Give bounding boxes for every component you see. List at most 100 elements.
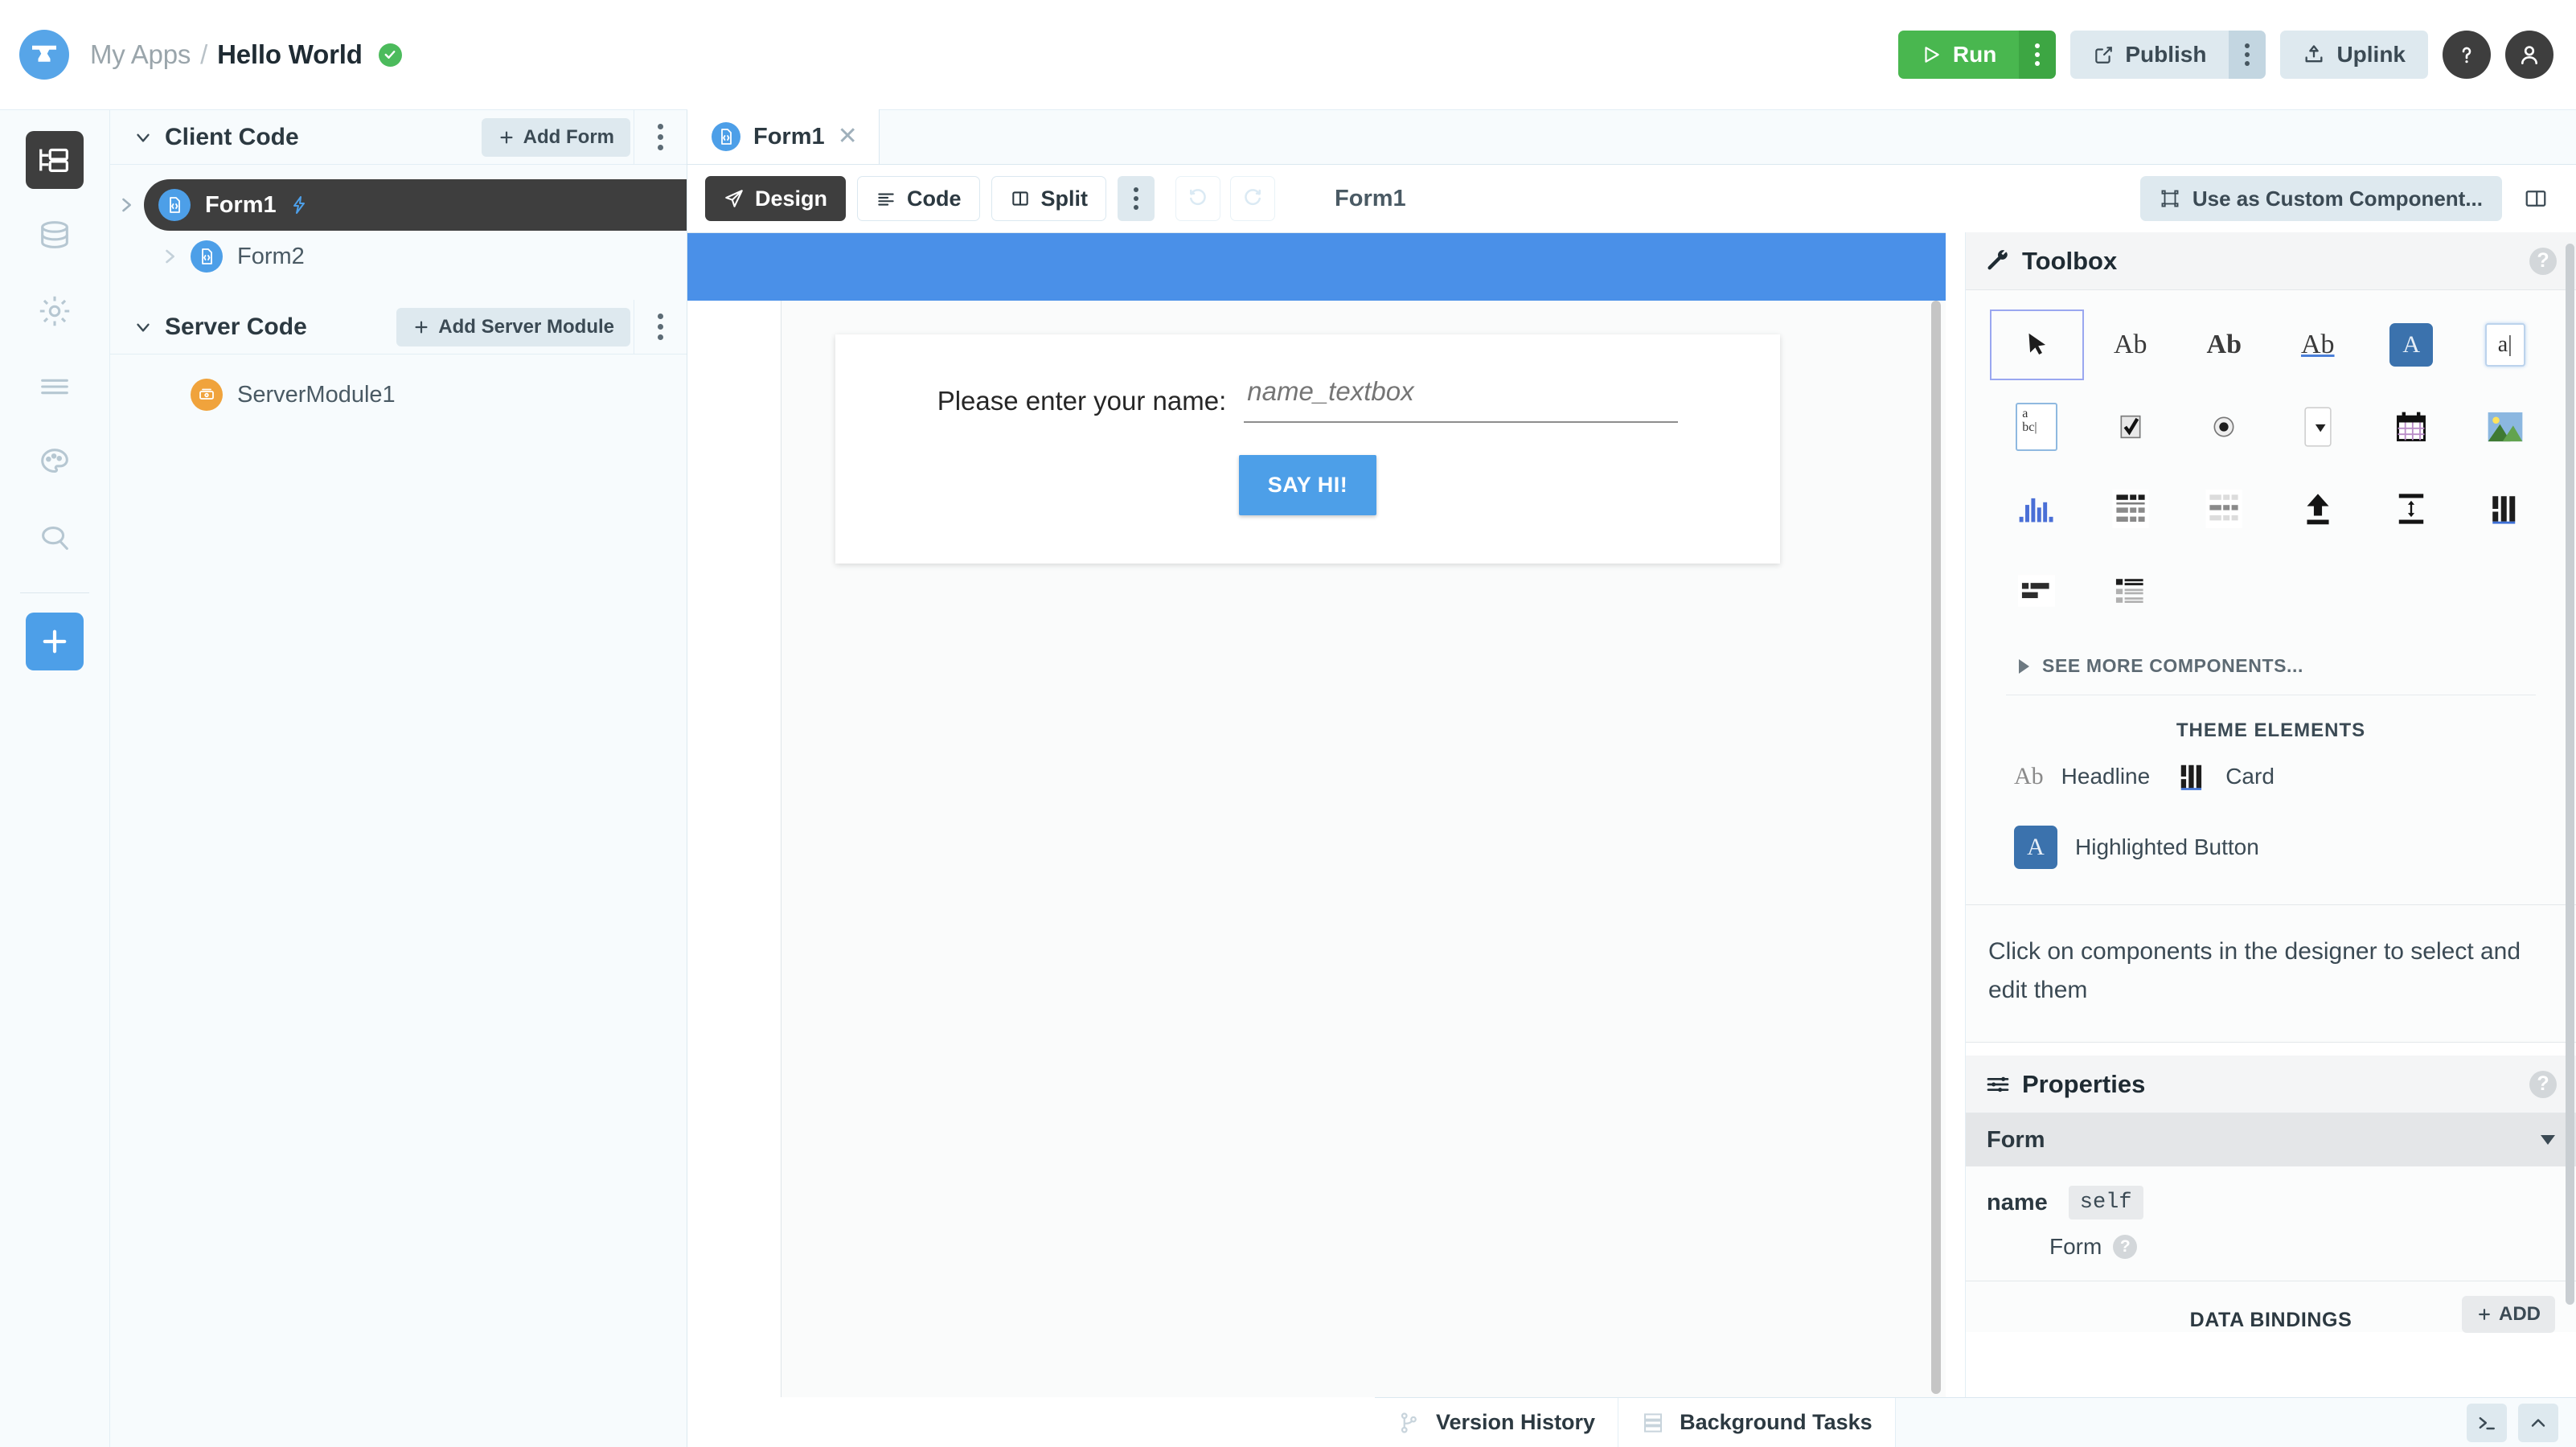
theme-element-card[interactable]: Card (2177, 761, 2275, 792)
theme-element-highlighted-button[interactable]: A Highlighted Button (2014, 826, 2259, 869)
chevron-right-icon[interactable] (158, 245, 191, 268)
property-name-value[interactable]: self (2069, 1186, 2143, 1219)
properties-type-selector[interactable]: Form (1966, 1113, 2576, 1166)
richtext-component[interactable] (2084, 555, 2178, 626)
datepicker-component[interactable] (2365, 391, 2459, 462)
sidebar-item-data-tables[interactable] (26, 207, 84, 264)
form-card-panel[interactable]: Please enter your name: SAY HI! (835, 334, 1780, 564)
tree-item-form2[interactable]: Form2 (110, 231, 687, 282)
publish-options-button[interactable] (2229, 31, 2266, 79)
name-textbox-input[interactable] (1244, 376, 1678, 423)
chevron-down-icon[interactable] (133, 317, 154, 338)
top-bar: My Apps / Hello World Run Publish (0, 0, 2576, 110)
tab-design[interactable]: Design (705, 176, 846, 221)
split-panel-icon (2524, 187, 2548, 211)
radiobutton-component[interactable] (2177, 391, 2271, 462)
toggle-side-panel-button[interactable] (2513, 176, 2558, 221)
name-field-row: Please enter your name: (835, 376, 1780, 423)
toolbox-panel-header: Toolbox ? (1966, 232, 2576, 290)
theme-element-headline[interactable]: Ab Headline (2014, 763, 2150, 790)
textbox-component[interactable]: a| (2459, 309, 2553, 380)
chevron-down-icon (2541, 1135, 2555, 1145)
tree-item-form1[interactable]: Form1 (144, 179, 687, 231)
breadcrumb-my-apps[interactable]: My Apps (90, 39, 191, 70)
plus-icon (2476, 1306, 2492, 1322)
external-link-icon (2093, 44, 2114, 65)
image-component[interactable] (2459, 391, 2553, 462)
user-avatar-icon (2517, 42, 2542, 68)
terminal-button[interactable] (2467, 1404, 2507, 1442)
add-new-item-button[interactable] (26, 613, 84, 670)
close-icon[interactable]: ✕ (838, 125, 858, 149)
heading-component[interactable]: Ab (2177, 309, 2271, 380)
chevron-down-icon[interactable] (133, 127, 154, 148)
breadcrumb-app-name[interactable]: Hello World (217, 39, 363, 70)
redo-button[interactable] (1230, 176, 1275, 221)
sidebar-item-theme[interactable] (26, 433, 84, 491)
sidebar-item-search[interactable] (26, 509, 84, 567)
background-tasks-button[interactable]: Background Tasks (1618, 1398, 1896, 1447)
sidebar-item-app-browser[interactable] (26, 131, 84, 189)
play-icon (1921, 44, 1942, 65)
plot-component[interactable] (1990, 473, 2084, 544)
breadcrumb: My Apps / Hello World (90, 39, 402, 70)
app-file-tree: Client Code Add Form Form1 (110, 110, 687, 1447)
expand-panel-button[interactable] (2518, 1404, 2558, 1442)
version-history-button[interactable]: Version History (1375, 1398, 1618, 1447)
use-as-custom-component-button[interactable]: Use as Custom Component... (2140, 176, 2502, 221)
right-panel-scrollbar[interactable] (2566, 244, 2574, 1305)
sidebar-item-settings[interactable] (26, 282, 84, 340)
label-component[interactable]: Ab (2084, 309, 2178, 380)
tree-item-servermodule1[interactable]: ServerModule1 (110, 369, 687, 420)
tab-form1[interactable]: Form1 ✕ (687, 109, 880, 164)
spacer-component[interactable] (2365, 473, 2459, 544)
question-mark-icon[interactable]: ? (2529, 248, 2557, 275)
canvas-scrollbar[interactable] (1931, 301, 1941, 1394)
button-component[interactable]: A (2365, 309, 2459, 380)
textarea-component[interactable]: abc| (1990, 391, 2084, 462)
see-more-components-button[interactable]: SEE MORE COMPONENTS... (2006, 637, 2536, 695)
theme-element-highlighted-button-label: Highlighted Button (2075, 834, 2259, 860)
run-options-button[interactable] (2019, 31, 2056, 79)
link-component[interactable]: Ab (2271, 309, 2365, 380)
dropdown-component[interactable] (2271, 391, 2365, 462)
run-button[interactable]: Run (1898, 31, 2019, 79)
toolbox-component-grid: Ab Ab Ab A a| abc| (1966, 290, 2576, 695)
undo-arrow-icon (1186, 187, 1210, 211)
add-server-module-button[interactable]: Add Server Module (396, 308, 630, 346)
server-code-options-button[interactable] (634, 300, 687, 355)
properties-title: Properties (2022, 1070, 2145, 1099)
datagrid-component[interactable] (2084, 473, 2178, 544)
columnpanel-component[interactable] (2459, 473, 2553, 544)
flowpanel-component[interactable] (1990, 555, 2084, 626)
add-form-label: Add Form (523, 126, 614, 149)
anvil-logo-icon[interactable] (19, 30, 69, 80)
editor-form-title: Form1 (1335, 186, 1406, 212)
sidebar-item-logs[interactable] (26, 358, 84, 416)
uplink-button[interactable]: Uplink (2280, 31, 2428, 79)
editor-more-options-button[interactable] (1118, 176, 1155, 221)
publish-button[interactable]: Publish (2070, 31, 2229, 79)
repeatingpanel-component[interactable] (2177, 473, 2271, 544)
help-button[interactable] (2443, 31, 2491, 79)
form-file-icon (191, 240, 223, 273)
question-mark-icon[interactable]: ? (2113, 1235, 2137, 1259)
tab-code[interactable]: Code (857, 176, 980, 221)
checkbox-component[interactable] (2084, 391, 2178, 462)
server-code-section-header: Server Code Add Server Module (110, 300, 687, 355)
fileloader-component[interactable] (2271, 473, 2365, 544)
question-mark-icon[interactable]: ? (2529, 1071, 2557, 1098)
add-data-binding-button[interactable]: ADD (2462, 1296, 2555, 1333)
add-form-button[interactable]: Add Form (482, 118, 630, 157)
code-lines-icon (876, 188, 896, 209)
undo-button[interactable] (1175, 176, 1220, 221)
form-header-band[interactable] (687, 233, 1946, 301)
account-avatar-button[interactable] (2505, 31, 2553, 79)
design-canvas[interactable]: Please enter your name: SAY HI! (687, 232, 1946, 1397)
client-code-options-button[interactable] (634, 110, 687, 165)
database-icon (36, 217, 73, 254)
terminal-prompt-icon (2476, 1412, 2498, 1434)
say-hi-button[interactable]: SAY HI! (1239, 455, 1377, 515)
select-pointer-tool[interactable] (1990, 309, 2084, 380)
tab-split[interactable]: Split (991, 176, 1107, 221)
